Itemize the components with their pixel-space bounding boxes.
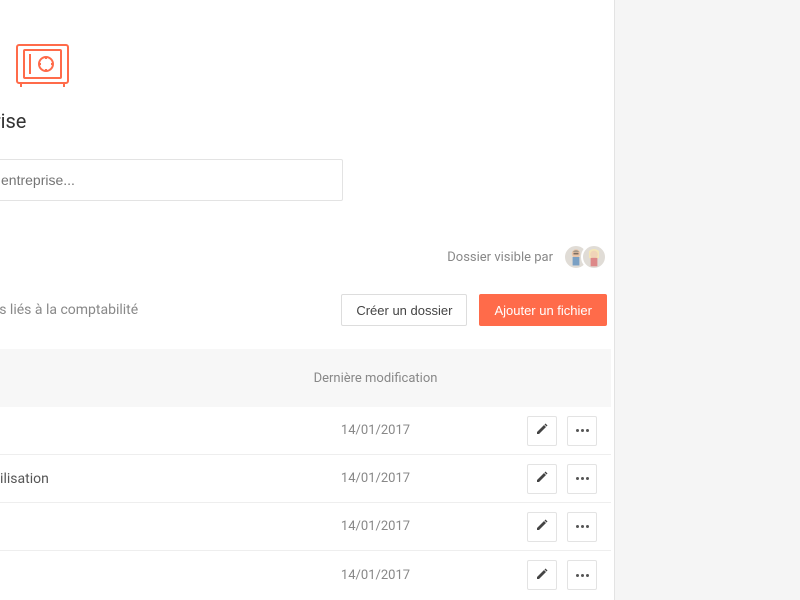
row-name: tabilisation [0,471,290,487]
avatar-group [563,244,607,270]
more-icon [576,477,589,480]
toolbar: cuments informatifs liés à la comptabili… [0,294,611,326]
create-folder-button[interactable]: Créer un dossier [341,294,467,326]
pencil-icon [535,566,549,585]
edit-button[interactable] [527,560,557,590]
pencil-icon [535,469,549,488]
table-row[interactable]: 14/01/2017 [0,551,611,599]
visibility-label: Dossier visible par [447,250,553,265]
folder-description: cuments informatifs liés à la comptabili… [0,302,341,318]
add-file-button[interactable]: Ajouter un fichier [479,294,607,326]
more-button[interactable] [567,512,597,542]
aside-panel [615,0,800,600]
more-icon [576,525,589,528]
edit-button[interactable] [527,464,557,494]
more-button[interactable] [567,464,597,494]
row-date: 14/01/2017 [290,423,461,438]
edit-button[interactable] [527,512,557,542]
main-panel: rs de l’entreprise Dossier visible par c… [0,0,615,600]
row-date: 14/01/2017 [290,519,461,534]
search-input[interactable] [1,172,342,188]
table-row[interactable]: tabilisation 14/01/2017 [0,455,611,503]
visibility-row: Dossier visible par [0,244,611,270]
pencil-icon [535,421,549,440]
row-date: 14/01/2017 [290,471,461,486]
edit-button[interactable] [527,416,557,446]
table-body: 14/01/2017 tabilisation 14/01/2017 14/01… [0,407,611,599]
page-title: rs de l’entreprise [0,109,180,133]
more-icon [576,574,589,577]
more-button[interactable] [567,416,597,446]
more-icon [576,429,589,432]
row-date: 14/01/2017 [290,568,461,583]
pencil-icon [535,517,549,536]
table-header: Dernière modification [0,349,611,407]
table-row[interactable]: 14/01/2017 [0,503,611,551]
avatar[interactable] [581,244,607,270]
search-field-wrap[interactable] [0,159,343,201]
safe-icon [16,44,69,92]
column-header-date: Dernière modification [290,371,461,386]
table-row[interactable]: 14/01/2017 [0,407,611,455]
more-button[interactable] [567,560,597,590]
